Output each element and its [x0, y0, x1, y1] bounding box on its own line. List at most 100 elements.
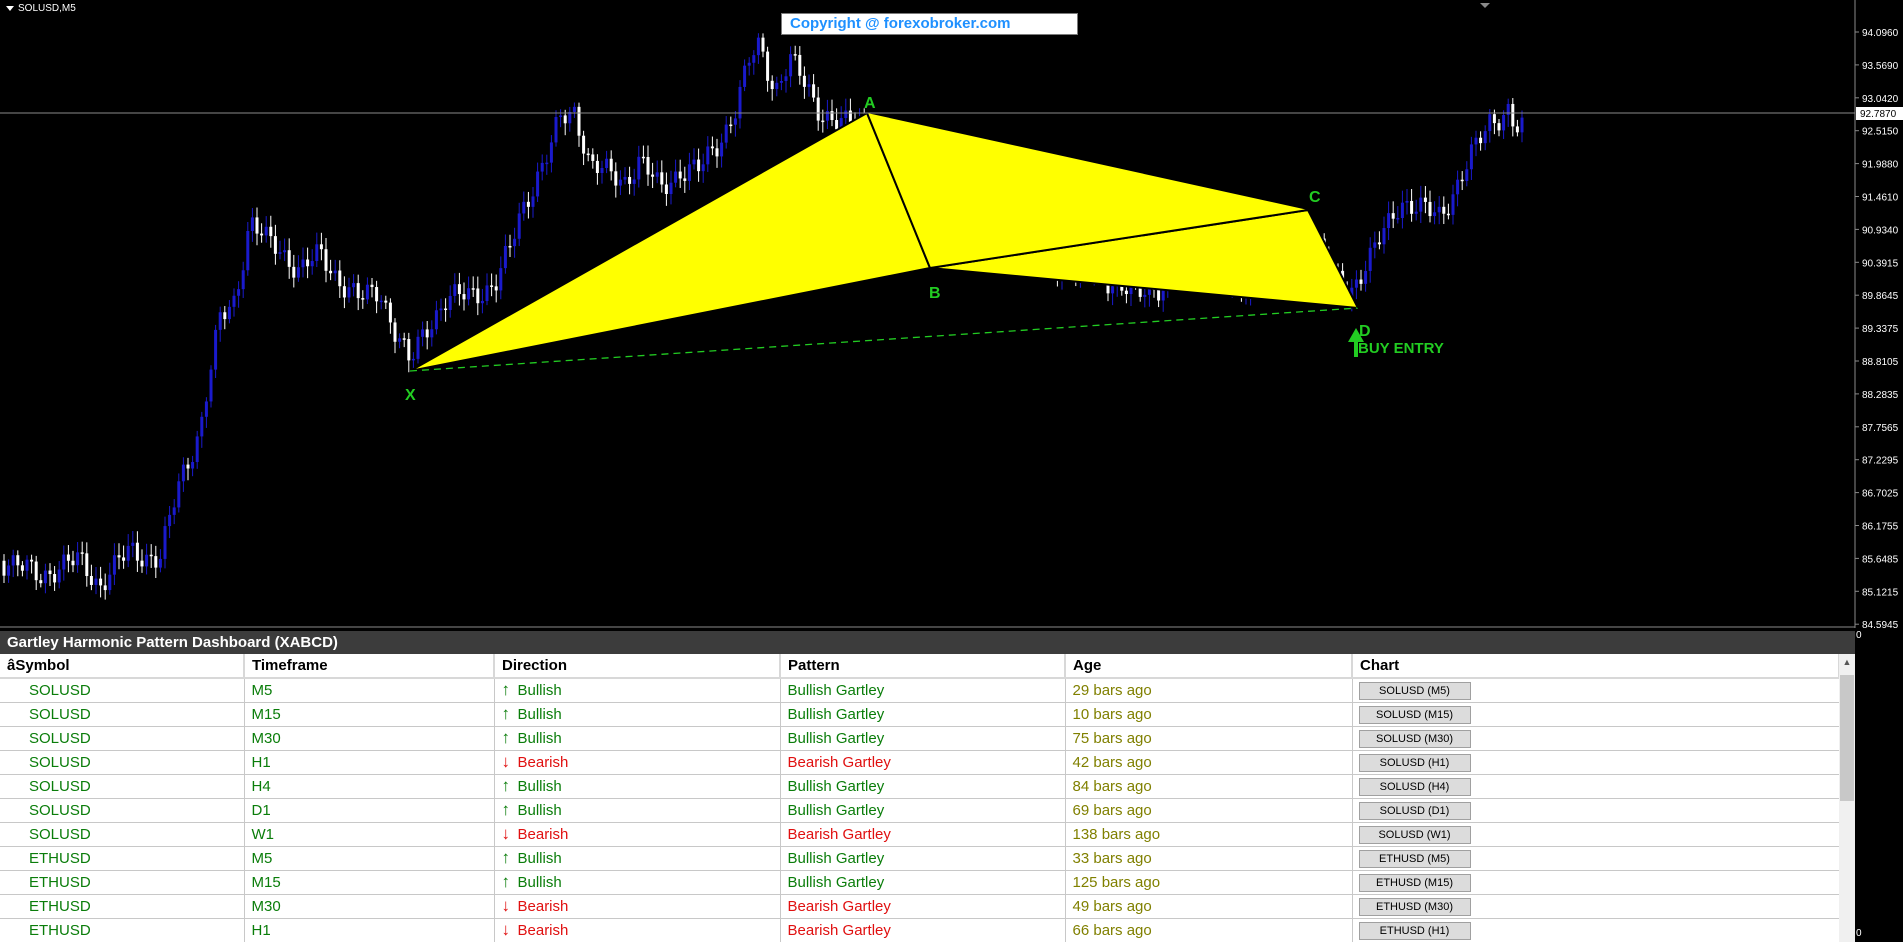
table-row[interactable]: ETHUSD M5 ↑ Bullish Bullish Gartley 33 bars a… [0, 846, 1839, 871]
pattern-dashboard: Gartley Harmonic Pattern Dashboard (XABC… [0, 631, 1855, 942]
candle-body [11, 555, 15, 566]
dashboard-side-strip: 0 0 [1855, 630, 1903, 942]
table-scrollbar[interactable]: ▲ [1839, 654, 1855, 942]
open-chart-button[interactable]: SOLUSD (M5) [1358, 681, 1471, 700]
open-chart-button[interactable]: ETHUSD (M5) [1358, 849, 1471, 868]
dashboard-title: Gartley Harmonic Pattern Dashboard (XABC… [0, 631, 1855, 654]
price-tick-label: 88.2835 [1862, 390, 1899, 401]
cell-timeframe: M15 [244, 870, 495, 895]
candle-body [283, 250, 287, 253]
chart-canvas[interactable]: 94.0960 93.5690 93.0420 92.5150 91.9880 91.46… [0, 0, 1903, 628]
cell-age: 138 bars ago [1065, 822, 1353, 847]
direction-text: Bullish [517, 706, 562, 723]
candle-body [1359, 279, 1363, 284]
table-header-row: âSymbol Timeframe Direction Pattern Age … [0, 654, 1839, 679]
cell-pattern: Bullish Gartley [780, 678, 1066, 703]
cell-direction: ↑ Bullish [494, 798, 781, 823]
price-chart[interactable]: 94.0960 93.5690 93.0420 92.5150 91.9880 91.46… [0, 0, 1903, 628]
candle-body [641, 156, 645, 159]
cell-age: 75 bars ago [1065, 726, 1353, 751]
candle-body [158, 558, 162, 568]
open-chart-button[interactable]: ETHUSD (H1) [1358, 921, 1471, 940]
candle-body [637, 156, 641, 180]
cell-chart: SOLUSD (D1) [1352, 798, 1839, 823]
scroll-thumb[interactable] [1840, 675, 1854, 801]
table-row[interactable]: SOLUSD M30 ↑ Bullish Bullish Gartley 75 bars … [0, 726, 1839, 751]
candle-body [177, 481, 181, 508]
candle-body [549, 142, 553, 163]
cell-symbol: SOLUSD [0, 678, 245, 703]
table-row[interactable]: ETHUSD H1 ↓ Bearish Bearish Gartley 66 bars a… [0, 918, 1839, 942]
table-row[interactable]: SOLUSD W1 ↓ Bearish Bearish Gartley 138 bars … [0, 822, 1839, 847]
open-chart-button[interactable]: SOLUSD (D1) [1358, 801, 1471, 820]
candle-body [1446, 213, 1450, 216]
header-chart[interactable]: Chart [1352, 654, 1839, 679]
open-chart-button[interactable]: SOLUSD (M15) [1358, 705, 1471, 724]
open-chart-button[interactable]: SOLUSD (H4) [1358, 777, 1471, 796]
cell-direction: ↑ Bullish [494, 678, 781, 703]
scroll-up-icon[interactable]: ▲ [1839, 654, 1855, 670]
candle-body [1469, 144, 1473, 170]
header-timeframe[interactable]: Timeframe [244, 654, 495, 679]
arrow-up-icon: ↑ [501, 680, 511, 700]
table-row[interactable]: SOLUSD D1 ↑ Bullish Bullish Gartley 69 bars a… [0, 798, 1839, 823]
cell-pattern: Bearish Gartley [780, 894, 1066, 919]
table-row[interactable]: SOLUSD M15 ↑ Bullish Bullish Gartley 10 bars … [0, 702, 1839, 727]
candle-body [301, 259, 305, 268]
cell-pattern: Bullish Gartley [780, 702, 1066, 727]
arrow-up-icon: ↑ [501, 728, 511, 747]
candle-body [1488, 114, 1492, 132]
open-chart-button[interactable]: SOLUSD (W1) [1358, 825, 1471, 844]
candle-body [1515, 126, 1519, 133]
table-row[interactable]: SOLUSD H1 ↓ Bearish Bearish Gartley 42 bars a… [0, 750, 1839, 775]
candle-body [356, 283, 360, 299]
candle-body [793, 54, 797, 56]
candle-body [1354, 279, 1358, 288]
candle-body [1419, 197, 1423, 212]
candle-body [632, 179, 636, 184]
candle-body [30, 559, 34, 562]
header-symbol[interactable]: âSymbol [0, 654, 245, 679]
cell-chart: ETHUSD (M15) [1352, 870, 1839, 895]
candle-body [568, 111, 572, 124]
cell-symbol: ETHUSD [0, 894, 245, 919]
open-chart-button[interactable]: ETHUSD (M30) [1358, 897, 1471, 916]
cell-chart: SOLUSD (H1) [1352, 750, 1839, 775]
arrow-down-icon: ↓ [501, 896, 511, 915]
candle-body [7, 565, 11, 576]
candle-body [1405, 200, 1409, 203]
arrow-up-icon: ↑ [501, 872, 511, 891]
table-row[interactable]: SOLUSD H4 ↑ Bullish Bullish Gartley 84 bars a… [0, 774, 1839, 799]
open-chart-button[interactable]: SOLUSD (H1) [1358, 753, 1471, 772]
table-row[interactable]: ETHUSD M30 ↓ Bearish Bearish Gartley 49 bars … [0, 894, 1839, 919]
candle-body [181, 464, 185, 482]
candle-body [1396, 217, 1400, 220]
header-pattern[interactable]: Pattern [780, 654, 1066, 679]
candle-body [1414, 211, 1418, 214]
candle-body [582, 135, 586, 154]
candle-body [710, 146, 714, 149]
candlesticks [2, 33, 1524, 600]
cell-chart: ETHUSD (M30) [1352, 894, 1839, 919]
candle-body [444, 308, 448, 311]
candle-body [273, 236, 277, 254]
candle-body [789, 54, 793, 77]
candle-body [812, 84, 816, 98]
table-row[interactable]: SOLUSD M5 ↑ Bullish Bullish Gartley 29 bars a… [0, 678, 1839, 703]
table-row[interactable]: ETHUSD M15 ↑ Bullish Bullish Gartley 125 bars… [0, 870, 1839, 895]
candle-body [1387, 213, 1391, 229]
candle-body [370, 284, 374, 288]
candle-body [163, 526, 167, 559]
open-chart-button[interactable]: ETHUSD (M15) [1358, 873, 1471, 892]
cell-pattern: Bullish Gartley [780, 726, 1066, 751]
header-age[interactable]: Age [1065, 654, 1353, 679]
header-direction[interactable]: Direction [494, 654, 781, 679]
candle-body [835, 120, 839, 130]
cell-direction: ↓ Bearish [494, 894, 781, 919]
cell-age: 42 bars ago [1065, 750, 1353, 775]
open-chart-button[interactable]: SOLUSD (M30) [1358, 729, 1471, 748]
candle-body [651, 174, 655, 177]
candle-body [333, 270, 337, 274]
candle-body [480, 300, 484, 304]
candle-body [384, 300, 388, 303]
